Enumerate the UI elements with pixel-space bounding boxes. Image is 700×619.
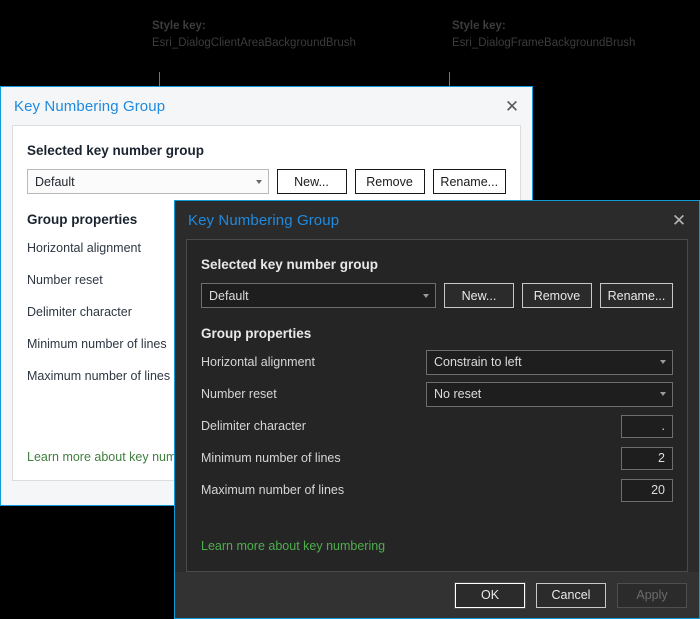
dark-dialog-client-area: Selected key number group Default New...… <box>186 239 688 572</box>
dark-number-reset-combo[interactable]: No reset <box>426 382 673 407</box>
light-group-select-row: Default New... Remove Rename... <box>27 169 506 194</box>
light-new-button[interactable]: New... <box>277 169 347 194</box>
dark-remove-button[interactable]: Remove <box>522 283 592 308</box>
dark-new-button[interactable]: New... <box>444 283 514 308</box>
dark-label-number-reset: Number reset <box>201 387 277 401</box>
light-key-number-group-combo-value: Default <box>35 175 75 189</box>
light-label-delimiter-character: Delimiter character <box>27 305 132 319</box>
dark-selected-group-heading: Selected key number group <box>201 257 673 272</box>
light-remove-button[interactable]: Remove <box>355 169 425 194</box>
dark-delimiter-character-input[interactable]: . <box>621 415 673 438</box>
chevron-down-icon <box>660 392 666 396</box>
callout-client-area-title: Style key: <box>152 18 356 35</box>
callout-client-area: Style key: Esri_DialogClientAreaBackgrou… <box>152 18 356 52</box>
light-dialog-title: Key Numbering Group <box>14 98 165 115</box>
ok-button[interactable]: OK <box>455 583 525 608</box>
dark-prop-row-minimum-lines: Minimum number of lines 2 <box>201 442 673 474</box>
dark-key-number-group-combo[interactable]: Default <box>201 283 436 308</box>
screenshot-root: Style key: Esri_DialogClientAreaBackgrou… <box>0 0 700 619</box>
dark-prop-row-maximum-lines: Maximum number of lines 20 <box>201 474 673 506</box>
dark-rename-button[interactable]: Rename... <box>600 283 673 308</box>
dark-horizontal-alignment-combo[interactable]: Constrain to left <box>426 350 673 375</box>
dark-prop-row-delimiter-character: Delimiter character . <box>201 410 673 442</box>
chevron-down-icon <box>423 294 429 298</box>
dark-learn-more-link[interactable]: Learn more about key numbering <box>201 539 673 553</box>
dark-prop-row-number-reset: Number reset No reset <box>201 378 673 410</box>
light-selected-group-heading: Selected key number group <box>27 143 506 158</box>
close-icon[interactable]: ✕ <box>659 201 699 239</box>
light-label-horizontal-alignment: Horizontal alignment <box>27 241 141 255</box>
dark-label-minimum-lines: Minimum number of lines <box>201 451 341 465</box>
light-rename-button[interactable]: Rename... <box>433 169 506 194</box>
dark-number-reset-value: No reset <box>434 387 481 401</box>
light-label-minimum-lines: Minimum number of lines <box>27 337 167 351</box>
dark-maximum-lines-input[interactable]: 20 <box>621 479 673 502</box>
chevron-down-icon <box>660 360 666 364</box>
dark-minimum-lines-input[interactable]: 2 <box>621 447 673 470</box>
dark-dialog-footer: OK Cancel Apply <box>175 572 699 618</box>
callout-client-area-value: Esri_DialogClientAreaBackgroundBrush <box>152 35 356 52</box>
dark-key-number-group-combo-value: Default <box>209 289 249 303</box>
callout-dialog-frame: Style key: Esri_DialogFrameBackgroundBru… <box>452 18 635 52</box>
callout-dialog-frame-title: Style key: <box>452 18 635 35</box>
light-label-number-reset: Number reset <box>27 273 103 287</box>
close-icon[interactable]: ✕ <box>492 87 532 125</box>
chevron-down-icon <box>256 180 262 184</box>
apply-button[interactable]: Apply <box>617 583 687 608</box>
light-label-maximum-lines: Maximum number of lines <box>27 369 170 383</box>
cancel-button[interactable]: Cancel <box>536 583 606 608</box>
dark-group-select-row: Default New... Remove Rename... <box>201 283 673 308</box>
dark-group-properties-heading: Group properties <box>201 326 673 341</box>
dark-theme-dialog: Key Numbering Group ✕ Selected key numbe… <box>174 200 700 619</box>
dark-dialog-titlebar: Key Numbering Group ✕ <box>175 201 699 239</box>
dark-dialog-title: Key Numbering Group <box>188 212 339 229</box>
dark-label-maximum-lines: Maximum number of lines <box>201 483 344 497</box>
dark-label-horizontal-alignment: Horizontal alignment <box>201 355 315 369</box>
dark-horizontal-alignment-value: Constrain to left <box>434 355 522 369</box>
light-key-number-group-combo[interactable]: Default <box>27 169 269 194</box>
callout-dialog-frame-value: Esri_DialogFrameBackgroundBrush <box>452 35 635 52</box>
dark-label-delimiter-character: Delimiter character <box>201 419 306 433</box>
light-dialog-titlebar: Key Numbering Group ✕ <box>1 87 532 125</box>
dark-prop-row-horizontal-alignment: Horizontal alignment Constrain to left <box>201 346 673 378</box>
